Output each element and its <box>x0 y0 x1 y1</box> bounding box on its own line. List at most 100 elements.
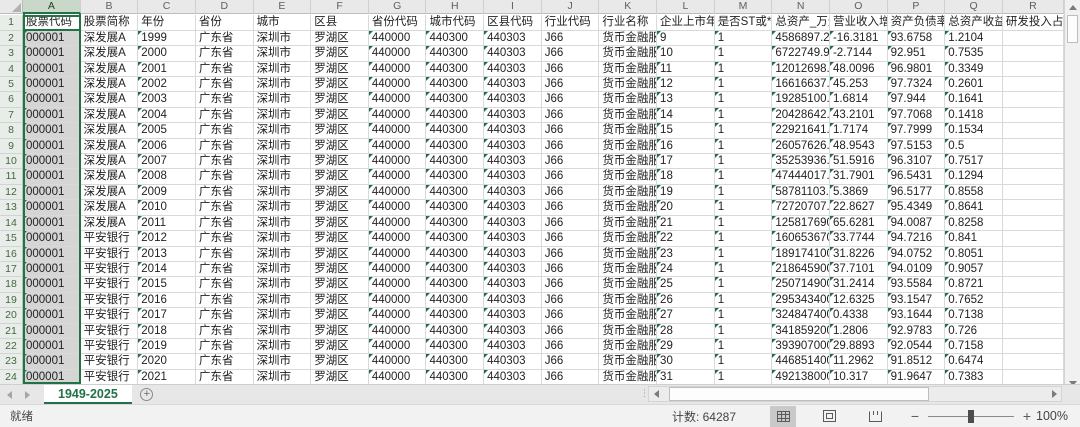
cell-G15[interactable]: 440000 <box>368 231 427 247</box>
cell-K11[interactable]: 货币金融服务 <box>599 169 658 185</box>
cell-O9[interactable]: 48.9543 <box>829 138 888 155</box>
cell-F6[interactable]: 罗湖区 <box>311 92 369 108</box>
cell-E13[interactable]: 深圳市 <box>253 200 312 216</box>
cell-P18[interactable]: 93.5584 <box>887 277 946 293</box>
cell-B6[interactable]: 深发展A <box>80 92 139 108</box>
cell-Q15[interactable]: 0.841 <box>945 231 1003 247</box>
cell-J14[interactable]: J66 <box>541 215 600 232</box>
cell-M5[interactable]: 1 <box>714 77 773 93</box>
column-header-I[interactable]: I <box>484 0 542 14</box>
cell-G9[interactable]: 440000 <box>368 138 427 155</box>
cell-D8[interactable]: 广东省 <box>195 123 254 139</box>
cell-I6[interactable]: 440303 <box>484 92 542 108</box>
cell-R10[interactable] <box>1002 154 1064 170</box>
cell-L1[interactable]: 企业上市年限 <box>657 15 715 31</box>
cell-H8[interactable]: 440300 <box>426 123 485 139</box>
cell-H17[interactable]: 440300 <box>426 261 485 278</box>
cell-C18[interactable]: 2015 <box>138 277 196 293</box>
cell-D13[interactable]: 广东省 <box>195 200 254 216</box>
vertical-scroll-thumb[interactable] <box>1067 15 1078 43</box>
cell-R24[interactable] <box>1002 369 1064 386</box>
cell-C20[interactable]: 2017 <box>138 308 196 324</box>
cell-E9[interactable]: 深圳市 <box>253 138 312 155</box>
row-header-8[interactable]: 8 <box>0 123 23 139</box>
cell-Q2[interactable]: 1.2104 <box>945 30 1003 47</box>
cell-M13[interactable]: 1 <box>714 200 773 216</box>
cell-F8[interactable]: 罗湖区 <box>311 123 369 139</box>
cell-K5[interactable]: 货币金融服务 <box>599 77 658 93</box>
cell-Q20[interactable]: 0.7138 <box>945 308 1003 324</box>
cell-O18[interactable]: 31.2414 <box>829 277 888 293</box>
cell-E3[interactable]: 深圳市 <box>253 46 312 62</box>
cell-N17[interactable]: 218645900 <box>772 261 830 278</box>
zoom-out-button[interactable]: − <box>908 409 922 423</box>
cell-B16[interactable]: 平安银行 <box>80 246 139 262</box>
cell-L19[interactable]: 26 <box>657 292 715 309</box>
cell-G16[interactable]: 440000 <box>368 246 427 262</box>
cell-G4[interactable]: 440000 <box>368 61 427 78</box>
row-header-21[interactable]: 21 <box>0 323 23 339</box>
cell-K13[interactable]: 货币金融服务 <box>599 200 658 216</box>
cell-G22[interactable]: 440000 <box>368 338 427 355</box>
cell-A13[interactable]: 000001 <box>23 200 81 216</box>
cell-H19[interactable]: 440300 <box>426 292 485 309</box>
cell-K12[interactable]: 货币金融服务 <box>599 184 658 201</box>
cell-N6[interactable]: 19285100. <box>772 92 830 108</box>
cell-B17[interactable]: 平安银行 <box>80 261 139 278</box>
cell-L12[interactable]: 19 <box>657 184 715 201</box>
cell-C9[interactable]: 2006 <box>138 138 196 155</box>
cell-O20[interactable]: 0.4338 <box>829 308 888 324</box>
cell-P19[interactable]: 93.1547 <box>887 292 946 309</box>
cell-P16[interactable]: 94.0752 <box>887 246 946 262</box>
cell-J1[interactable]: 行业代码 <box>541 15 600 31</box>
cell-I2[interactable]: 440303 <box>484 30 542 47</box>
cell-K20[interactable]: 货币金融服务 <box>599 308 658 324</box>
horizontal-scroll-thumb[interactable] <box>669 387 929 401</box>
row-header-7[interactable]: 7 <box>0 107 23 124</box>
column-header-P[interactable]: P <box>887 0 946 14</box>
cell-J22[interactable]: J66 <box>541 338 600 355</box>
cell-P15[interactable]: 94.7216 <box>887 231 946 247</box>
cell-I11[interactable]: 440303 <box>484 169 542 185</box>
cell-H15[interactable]: 440300 <box>426 231 485 247</box>
cell-K2[interactable]: 货币金融服务 <box>599 30 658 47</box>
column-header-B[interactable]: B <box>80 0 139 14</box>
cell-C19[interactable]: 2016 <box>138 292 196 309</box>
zoom-slider-track[interactable] <box>928 409 1014 423</box>
cell-D12[interactable]: 广东省 <box>195 184 254 201</box>
cell-N7[interactable]: 20428642. <box>772 107 830 124</box>
cell-O21[interactable]: 1.2806 <box>829 323 888 339</box>
cell-A14[interactable]: 000001 <box>23 215 81 232</box>
cell-R15[interactable] <box>1002 231 1064 247</box>
cell-R17[interactable] <box>1002 261 1064 278</box>
cell-E17[interactable]: 深圳市 <box>253 261 312 278</box>
cell-K6[interactable]: 货币金融服务 <box>599 92 658 108</box>
cell-F1[interactable]: 区县 <box>311 15 369 31</box>
cell-G21[interactable]: 440000 <box>368 323 427 339</box>
cell-L10[interactable]: 17 <box>657 154 715 170</box>
cell-C23[interactable]: 2020 <box>138 354 196 370</box>
cell-D17[interactable]: 广东省 <box>195 261 254 278</box>
cell-L2[interactable]: 9 <box>657 30 715 47</box>
row-header-6[interactable]: 6 <box>0 92 23 108</box>
cell-D1[interactable]: 省份 <box>195 15 254 31</box>
cell-E5[interactable]: 深圳市 <box>253 77 312 93</box>
cell-N11[interactable]: 47444017. <box>772 169 830 185</box>
cell-E23[interactable]: 深圳市 <box>253 354 312 370</box>
cell-I16[interactable]: 440303 <box>484 246 542 262</box>
cell-C12[interactable]: 2009 <box>138 184 196 201</box>
cell-F21[interactable]: 罗湖区 <box>311 323 369 339</box>
cell-O4[interactable]: 48.0096 <box>829 61 888 78</box>
cell-N20[interactable]: 324847400 <box>772 308 830 324</box>
cell-B18[interactable]: 平安银行 <box>80 277 139 293</box>
select-all-button[interactable] <box>0 0 23 14</box>
row-header-20[interactable]: 20 <box>0 308 23 324</box>
row-header-10[interactable]: 10 <box>0 154 23 170</box>
cell-N19[interactable]: 295343400 <box>772 292 830 309</box>
cell-R1[interactable]: 研发投入占比 <box>1002 15 1064 31</box>
cell-P21[interactable]: 92.9783 <box>887 323 946 339</box>
cell-O23[interactable]: 11.2962 <box>829 354 888 370</box>
cell-G20[interactable]: 440000 <box>368 308 427 324</box>
cell-O3[interactable]: -2.7144 <box>829 46 888 62</box>
cell-A18[interactable]: 000001 <box>23 277 81 293</box>
